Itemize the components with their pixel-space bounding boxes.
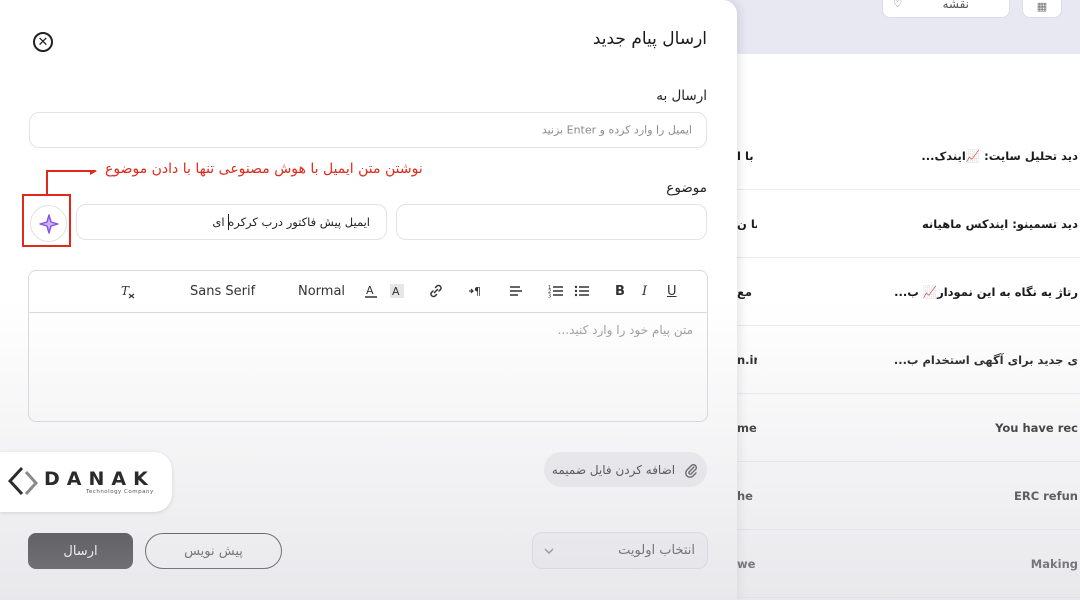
inbox-row[interactable]: we Making [700,530,1080,598]
row-subject: دید تحلیل سایت: 📈ایندک... [921,149,1078,163]
subject-label: موضوع [666,180,707,196]
row-subject: You have rec [995,421,1078,435]
inbox-row[interactable]: با ا دید تحلیل سایت: 📈ایندک... [700,122,1080,190]
calendar-icon: ▦ [1036,0,1048,13]
priority-label: انتخاب اولویت [618,543,695,558]
font-size-select[interactable]: Normal [298,283,345,301]
close-button[interactable]: ✕ [33,32,53,52]
logo-name: DANAK [44,468,155,490]
recipient-placeholder: ایمیل را وارد کرده و Enter بزنید [541,123,692,137]
svg-text:A: A [392,285,400,298]
message-placeholder: متن پیام خود را وارد کنید... [557,323,693,337]
bullet-list-icon[interactable] [574,283,590,301]
draft-button[interactable]: پیش نویس [145,533,282,569]
recipient-input[interactable]: ایمیل را وارد کرده و Enter بزنید [29,112,707,148]
inbox-list: با ا دید تحلیل سایت: 📈ایندک... با ن دید … [700,54,1080,600]
chevron-down-icon [544,548,554,554]
attach-file-button[interactable]: اضافه کردن فایل ضمیمه [544,452,707,487]
inbox-row[interactable]: مع رتاژ یه نگاه به این نمودار📈 ب... [700,258,1080,326]
inbox-row[interactable]: n.ir ی جدید برای آگهی استخدام ب... [700,326,1080,394]
editor-toolbar: T Sans Serif Normal A A ¶ 123 B I U [29,271,707,313]
clear-format-icon[interactable]: T [120,283,136,301]
svg-text:¶: ¶ [474,285,481,298]
priority-select[interactable]: انتخاب اولویت [532,532,708,569]
logo-mark-icon [8,466,38,496]
annotation-text: نوشتن متن ایمیل با هوش مصنوعی تنها با دا… [105,161,423,177]
inbox-row[interactable]: با ن دید تسمینو: ایندکس ماهیانه [700,190,1080,258]
heart-icon: ♡ [893,0,902,10]
svg-text:T: T [121,284,130,298]
ai-button-highlight [22,194,71,247]
bold-button[interactable]: B [615,283,625,301]
row-subject: Making [1030,557,1078,571]
underline-button[interactable]: U [667,283,677,301]
danak-logo: DANAK Technology Company [0,452,172,512]
row-subject: رتاژ یه نگاه به این نمودار📈 ب... [894,285,1078,299]
row-sender: مع [737,285,752,299]
row-subject: ی جدید برای آگهی استخدام ب... [893,353,1078,367]
text-direction-icon[interactable]: ¶ [468,283,484,301]
subject-input[interactable]: ایمیل پیش فاکتور درب کرکره ای [76,204,387,240]
row-subject: ERC refun [1013,489,1078,503]
italic-button[interactable]: I [642,283,647,301]
annotation-arrow-icon [46,170,97,194]
svg-text:A: A [366,284,374,297]
paperclip-icon [685,463,698,478]
top-chip[interactable]: نقشه ♡ [882,0,1010,18]
align-icon[interactable] [508,283,524,301]
row-subject: دید تسمینو: ایندکس ماهیانه [921,217,1078,231]
svg-text:3: 3 [548,294,551,300]
subject-extra-input[interactable] [396,204,707,240]
to-label: ارسال به [656,88,707,104]
top-chip-label: نقشه [942,0,969,11]
message-editor[interactable]: T Sans Serif Normal A A ¶ 123 B I U متن … [28,270,708,422]
row-sender: با ن [737,217,757,231]
row-sender: we [737,557,756,571]
calendar-button[interactable]: ▦ [1022,0,1062,18]
subject-value: ایمیل پیش فاکتور درب کرکره ای [212,215,370,229]
row-sender: me [737,421,757,435]
row-sender: he [737,489,753,503]
text-caret [228,214,229,230]
font-family-select[interactable]: Sans Serif [190,283,255,301]
inbox-row[interactable]: he ERC refun [700,462,1080,530]
attach-file-label: اضافه کردن فایل ضمیمه [551,462,676,477]
ordered-list-icon[interactable]: 123 [548,283,564,301]
text-color-icon[interactable]: A [364,283,378,301]
inbox-row[interactable]: me You have rec [700,394,1080,462]
modal-title: ارسال پیام جدید [592,29,707,49]
highlight-color-icon[interactable]: A [389,283,405,301]
send-button[interactable]: ارسال [28,533,133,569]
link-icon[interactable] [428,283,444,301]
logo-tagline: Technology Company [86,489,154,495]
row-sender: با ا [737,149,754,163]
row-sender: n.ir [737,353,757,367]
close-icon: ✕ [37,34,49,50]
